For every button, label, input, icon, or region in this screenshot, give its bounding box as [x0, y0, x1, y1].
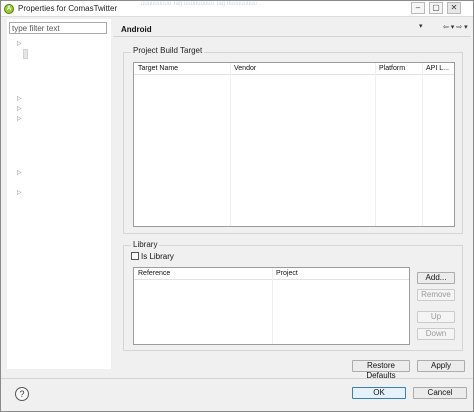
column-header-api-level[interactable]: API L... — [426, 65, 449, 72]
tree-expand-icon[interactable]: ▷ — [17, 115, 22, 122]
column-divider — [422, 63, 423, 226]
move-down-button[interactable]: Down — [417, 328, 455, 340]
library-reference-table[interactable]: Reference Project — [133, 267, 410, 345]
tree-scroll-thumb[interactable] — [23, 49, 28, 59]
column-divider — [272, 268, 273, 344]
navigation-history-icon[interactable]: ⇦ ▾ ⇨ ▾ — [443, 23, 468, 31]
footer-separator — [1, 378, 473, 379]
column-header-vendor[interactable]: Vendor — [234, 65, 256, 72]
column-header-target-name[interactable]: Target Name — [138, 65, 178, 72]
tree-expand-icon[interactable]: ▷ — [17, 105, 22, 112]
close-button[interactable]: ✕ — [447, 2, 461, 14]
title-bar[interactable]: A Properties for ComasTwitter uuuuuuuuu … — [1, 1, 473, 17]
filter-input[interactable] — [9, 22, 107, 34]
cancel-button[interactable]: Cancel — [413, 387, 467, 399]
column-header-reference[interactable]: Reference — [138, 270, 170, 277]
apply-button[interactable]: Apply — [417, 360, 465, 372]
property-tree-pane: ▷ ▷ ▷ ▷ ▷ ▷ — [7, 19, 111, 369]
build-target-label: Project Build Target — [131, 46, 205, 55]
help-icon[interactable]: ? — [15, 387, 29, 401]
column-header-project[interactable]: Project — [276, 270, 298, 277]
is-library-checkbox[interactable] — [131, 252, 139, 260]
properties-dialog: A Properties for ComasTwitter uuuuuuuuu … — [0, 0, 474, 412]
tree-expand-icon[interactable]: ▷ — [17, 169, 22, 176]
add-library-button[interactable]: Add... — [417, 272, 455, 284]
android-app-icon: A — [4, 4, 14, 14]
minimize-button[interactable]: – — [411, 2, 425, 14]
library-label: Library — [131, 240, 160, 249]
remove-library-button[interactable]: Remove — [417, 289, 455, 301]
column-header-platform[interactable]: Platform — [379, 65, 405, 72]
background-window-ghost-text: uuuuuuuuu Tag uuuuuuuuu Tag uuuuuuuuu — [141, 1, 257, 7]
tree-expand-icon[interactable]: ▷ — [17, 95, 22, 102]
tree-expand-icon[interactable]: ▷ — [17, 189, 22, 196]
column-divider — [230, 63, 231, 226]
ok-button[interactable]: OK — [352, 387, 406, 399]
column-divider — [375, 63, 376, 226]
view-menu-icon[interactable]: ▾ — [419, 22, 423, 30]
build-target-table[interactable]: Target Name Vendor Platform API L... — [133, 62, 455, 227]
tree-expand-icon[interactable]: ▷ — [17, 40, 22, 47]
move-up-button[interactable]: Up — [417, 311, 455, 323]
table-header: Target Name Vendor Platform API L... — [134, 63, 454, 75]
is-library-label[interactable]: Is Library — [141, 252, 174, 261]
page-header: Android ▾ ⇦ ▾ ⇨ ▾ — [113, 19, 471, 37]
page-title: Android — [121, 25, 152, 34]
window-title: Properties for ComasTwitter — [18, 4, 118, 13]
maximize-button[interactable]: ▢ — [429, 2, 443, 14]
restore-defaults-button[interactable]: Restore Defaults — [352, 360, 410, 380]
